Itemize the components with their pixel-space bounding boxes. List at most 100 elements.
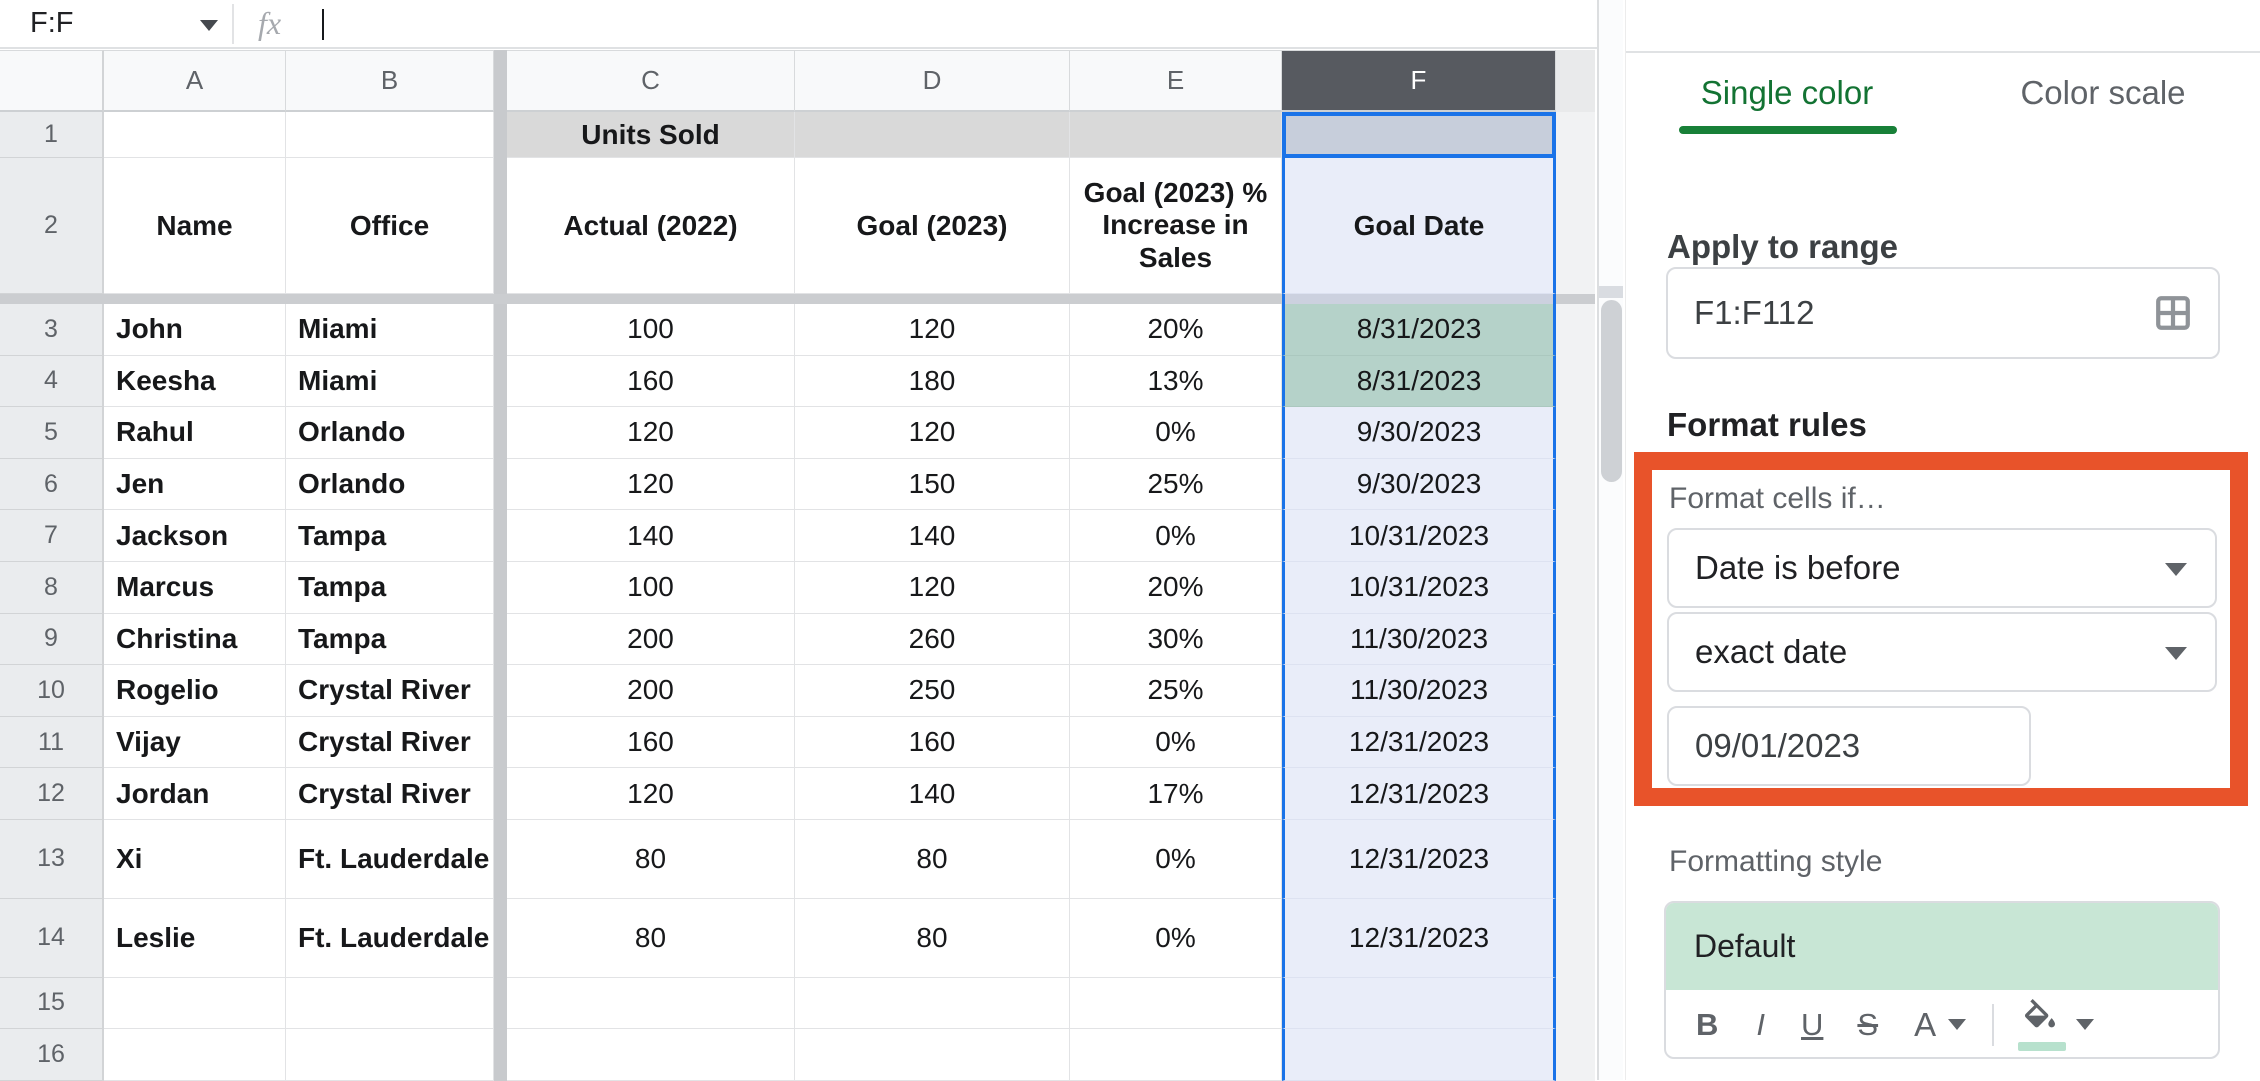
italic-button[interactable]: I bbox=[1756, 1009, 1765, 1040]
cell-A15[interactable] bbox=[104, 978, 286, 1029]
column-header-D[interactable]: D bbox=[795, 50, 1070, 112]
strikethrough-button[interactable]: S bbox=[1857, 1009, 1878, 1040]
cell-E14[interactable]: 0% bbox=[1070, 899, 1282, 978]
cell-D4[interactable]: 180 bbox=[795, 356, 1070, 408]
cell-F4[interactable]: 8/31/2023 bbox=[1282, 356, 1556, 408]
row-header-10[interactable]: 10 bbox=[0, 665, 104, 717]
cell-D1[interactable] bbox=[795, 112, 1070, 158]
cell-E3[interactable]: 20% bbox=[1070, 304, 1282, 356]
cell-C4[interactable]: 160 bbox=[507, 356, 795, 408]
cell-E6[interactable]: 25% bbox=[1070, 459, 1282, 511]
cell-D12[interactable]: 140 bbox=[795, 768, 1070, 820]
column-header-F[interactable]: F bbox=[1282, 50, 1556, 112]
cell-B1[interactable] bbox=[286, 112, 494, 158]
select-all-corner[interactable] bbox=[0, 50, 104, 112]
cell-F5[interactable]: 9/30/2023 bbox=[1282, 407, 1556, 459]
cell-C13[interactable]: 80 bbox=[507, 820, 795, 899]
cell-B5[interactable]: Orlando bbox=[286, 407, 494, 459]
cell-A2[interactable]: Name bbox=[104, 158, 286, 294]
range-input[interactable]: F1:F112 bbox=[1666, 267, 2220, 359]
name-box-dropdown-icon[interactable] bbox=[200, 20, 218, 31]
condition-type-dropdown[interactable]: exact date bbox=[1667, 612, 2217, 692]
cell-E9[interactable]: 30% bbox=[1070, 614, 1282, 666]
cell-B14[interactable]: Ft. Lauderdale bbox=[286, 899, 494, 978]
row-header-5[interactable]: 5 bbox=[0, 407, 104, 459]
row-header-16[interactable]: 16 bbox=[0, 1029, 104, 1081]
cell-A7[interactable]: Jackson bbox=[104, 510, 286, 562]
cell-E10[interactable]: 25% bbox=[1070, 665, 1282, 717]
cell-C2[interactable]: Actual (2022) bbox=[507, 158, 795, 294]
cell-E2[interactable]: Goal (2023) % Increase in Sales bbox=[1070, 158, 1282, 294]
cell-B4[interactable]: Miami bbox=[286, 356, 494, 408]
cell-F12[interactable]: 12/31/2023 bbox=[1282, 768, 1556, 820]
cell-B11[interactable]: Crystal River bbox=[286, 717, 494, 769]
cell-D14[interactable]: 80 bbox=[795, 899, 1070, 978]
row-header-8[interactable]: 8 bbox=[0, 562, 104, 614]
cell-E13[interactable]: 0% bbox=[1070, 820, 1282, 899]
cell-A1[interactable] bbox=[104, 112, 286, 158]
cell-A10[interactable]: Rogelio bbox=[104, 665, 286, 717]
cell-A13[interactable]: Xi bbox=[104, 820, 286, 899]
column-header-E[interactable]: E bbox=[1070, 50, 1282, 112]
cell-A9[interactable]: Christina bbox=[104, 614, 286, 666]
row-header-9[interactable]: 9 bbox=[0, 614, 104, 666]
cell-B2[interactable]: Office bbox=[286, 158, 494, 294]
cell-D11[interactable]: 160 bbox=[795, 717, 1070, 769]
row-header-15[interactable]: 15 bbox=[0, 978, 104, 1029]
cell-D6[interactable]: 150 bbox=[795, 459, 1070, 511]
cell-B10[interactable]: Crystal River bbox=[286, 665, 494, 717]
cell-C12[interactable]: 120 bbox=[507, 768, 795, 820]
cell-B7[interactable]: Tampa bbox=[286, 510, 494, 562]
cell-A8[interactable]: Marcus bbox=[104, 562, 286, 614]
tab-color-scale[interactable]: Color scale bbox=[2020, 74, 2185, 112]
cell-F2[interactable]: Goal Date bbox=[1282, 158, 1556, 294]
cell-D5[interactable]: 120 bbox=[795, 407, 1070, 459]
name-box[interactable]: F:F bbox=[30, 0, 74, 47]
column-header-B[interactable]: B bbox=[286, 50, 494, 112]
cell-C10[interactable]: 200 bbox=[507, 665, 795, 717]
cell-E7[interactable]: 0% bbox=[1070, 510, 1282, 562]
tab-single-color[interactable]: Single color bbox=[1701, 74, 1873, 112]
cell-B15[interactable] bbox=[286, 978, 494, 1029]
cell-D7[interactable]: 140 bbox=[795, 510, 1070, 562]
cell-D9[interactable]: 260 bbox=[795, 614, 1070, 666]
cell-A5[interactable]: Rahul bbox=[104, 407, 286, 459]
cell-C16[interactable] bbox=[507, 1029, 795, 1081]
row-header-3[interactable]: 3 bbox=[0, 304, 104, 356]
select-range-icon[interactable] bbox=[2154, 294, 2192, 332]
fill-color-button[interactable] bbox=[2018, 999, 2066, 1051]
cell-D15[interactable] bbox=[795, 978, 1070, 1029]
vertical-scrollbar[interactable] bbox=[1597, 0, 1623, 1080]
cell-A3[interactable]: John bbox=[104, 304, 286, 356]
cell-D3[interactable]: 120 bbox=[795, 304, 1070, 356]
cell-B8[interactable]: Tampa bbox=[286, 562, 494, 614]
cell-A6[interactable]: Jen bbox=[104, 459, 286, 511]
row-header-2[interactable]: 2 bbox=[0, 158, 104, 294]
cell-C5[interactable]: 120 bbox=[507, 407, 795, 459]
cell-C8[interactable]: 100 bbox=[507, 562, 795, 614]
cell-C7[interactable]: 140 bbox=[507, 510, 795, 562]
cell-E16[interactable] bbox=[1070, 1029, 1282, 1081]
cell-C14[interactable]: 80 bbox=[507, 899, 795, 978]
cell-A14[interactable]: Leslie bbox=[104, 899, 286, 978]
cell-F9[interactable]: 11/30/2023 bbox=[1282, 614, 1556, 666]
cell-F6[interactable]: 9/30/2023 bbox=[1282, 459, 1556, 511]
cell-A11[interactable]: Vijay bbox=[104, 717, 286, 769]
column-header-A[interactable]: A bbox=[104, 50, 286, 112]
cell-F3[interactable]: 8/31/2023 bbox=[1282, 304, 1556, 356]
cell-E1[interactable] bbox=[1070, 112, 1282, 158]
cell-F10[interactable]: 11/30/2023 bbox=[1282, 665, 1556, 717]
chevron-down-icon[interactable] bbox=[2076, 1019, 2094, 1030]
cell-B13[interactable]: Ft. Lauderdale bbox=[286, 820, 494, 899]
bold-button[interactable]: B bbox=[1696, 1009, 1718, 1040]
cell-C15[interactable] bbox=[507, 978, 795, 1029]
cell-E4[interactable]: 13% bbox=[1070, 356, 1282, 408]
condition-dropdown[interactable]: Date is before bbox=[1667, 528, 2217, 608]
cell-A4[interactable]: Keesha bbox=[104, 356, 286, 408]
cell-E12[interactable]: 17% bbox=[1070, 768, 1282, 820]
cell-B9[interactable]: Tampa bbox=[286, 614, 494, 666]
cell-F16[interactable] bbox=[1282, 1029, 1556, 1081]
cell-C1[interactable]: Units Sold bbox=[507, 112, 795, 158]
cell-B16[interactable] bbox=[286, 1029, 494, 1081]
row-header-4[interactable]: 4 bbox=[0, 356, 104, 408]
